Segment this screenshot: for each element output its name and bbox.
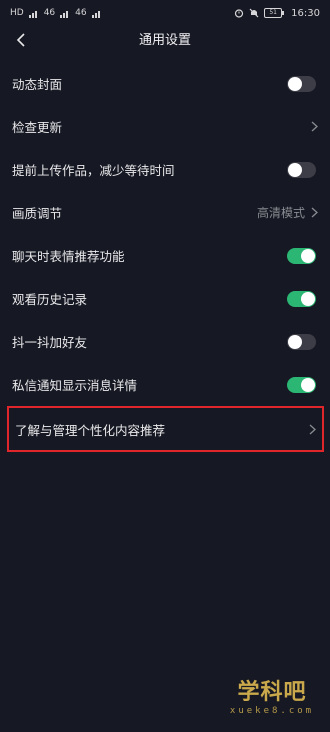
toggle-knob [288,162,302,177]
chevron-right-icon [311,207,318,218]
setting-label: 提前上传作品，减少等待时间 [12,163,175,178]
setting-label: 了解与管理个性化内容推荐 [15,422,166,438]
setting-video-quality[interactable]: 画质调节 高清模式 [0,191,330,234]
watermark-logo: 学科吧 [237,680,307,705]
setting-label: 私信通知显示消息详情 [12,378,138,393]
network-badge-1: 46 [43,8,56,18]
back-arrow-icon [15,32,27,51]
mute-icon [249,8,259,18]
watermark-url: xueke8.com [229,706,315,716]
toggle-knob [301,291,315,306]
clock: 16:30 [291,7,320,19]
settings-list: 动态封面 检查更新 提前上传作品，减少等待时间 画质调节 高清模式 聊天时表情推… [0,62,330,452]
status-left: HD 46 46 [10,8,102,18]
hd-badge: HD [10,8,24,18]
message-preview-toggle[interactable] [287,376,316,393]
setting-personalized-recommend[interactable]: 了解与管理个性化内容推荐 [7,406,324,452]
emoji-recommend-toggle[interactable] [287,247,316,264]
chevron-right-icon [311,121,318,132]
toggle-knob [288,76,302,91]
dynamic-cover-toggle[interactable] [287,75,316,92]
early-upload-toggle[interactable] [287,161,316,178]
signal-icon [60,9,70,18]
quality-value: 高清模式 [256,206,305,220]
status-bar: HD 46 46 51 16:30 [0,0,330,26]
back-button[interactable] [8,28,34,54]
quality-value-group: 高清模式 [257,204,318,221]
toggle-knob [301,248,315,263]
signal-icon [91,9,102,18]
shake-add-friend-toggle[interactable] [287,333,316,350]
setting-label: 抖一抖加好友 [12,335,88,350]
watch-history-toggle[interactable] [287,290,316,307]
setting-message-preview[interactable]: 私信通知显示消息详情 [0,363,330,406]
setting-label: 聊天时表情推荐功能 [12,249,125,264]
network-badge-2: 46 [75,8,87,18]
setting-shake-add-friend[interactable]: 抖一抖加好友 [0,320,330,363]
setting-emoji-recommend[interactable]: 聊天时表情推荐功能 [0,234,330,277]
setting-label: 观看历史记录 [12,292,88,307]
setting-label: 检查更新 [12,120,63,135]
nav-bar: 通用设置 [0,26,330,56]
setting-check-update[interactable]: 检查更新 [0,105,330,148]
status-right: 51 16:30 [234,8,320,19]
toggle-knob [301,377,315,392]
alarm-icon [234,8,244,18]
watermark: 学科吧 xueke8.com [222,680,322,716]
battery-icon: 51 [264,8,285,18]
setting-label: 画质调节 [12,206,63,221]
toggle-knob [288,334,302,349]
setting-watch-history[interactable]: 观看历史记录 [0,277,330,320]
setting-early-upload[interactable]: 提前上传作品，减少等待时间 [0,148,330,191]
signal-icon [28,9,39,18]
page-title: 通用设置 [138,33,191,48]
setting-label: 动态封面 [12,77,63,92]
setting-dynamic-cover[interactable]: 动态封面 [0,62,330,105]
chevron-right-icon [309,424,316,435]
